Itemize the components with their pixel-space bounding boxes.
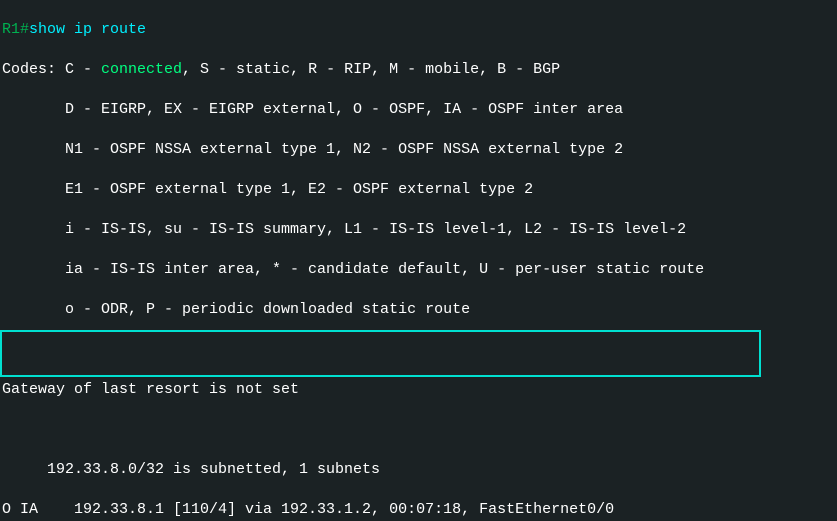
gateway-line: Gateway of last resort is not set xyxy=(2,380,835,400)
codes-line-2: D - EIGRP, EX - EIGRP external, O - OSPF… xyxy=(2,100,835,120)
codes-line-5: i - IS-IS, su - IS-IS summary, L1 - IS-I… xyxy=(2,220,835,240)
route-line: O IA 192.33.8.1 [110/4] via 192.33.1.2, … xyxy=(2,500,835,520)
codes-line-6: ia - IS-IS inter area, * - candidate def… xyxy=(2,260,835,280)
command: show ip route xyxy=(29,21,146,38)
route-line: 192.33.8.0/32 is subnetted, 1 subnets xyxy=(2,460,835,480)
codes-line-4: E1 - OSPF external type 1, E2 - OSPF ext… xyxy=(2,180,835,200)
codes-line-1: Codes: C - connected, S - static, R - RI… xyxy=(2,60,835,80)
blank-line xyxy=(2,420,835,440)
codes-line-3: N1 - OSPF NSSA external type 1, N2 - OSP… xyxy=(2,140,835,160)
codes-line-7: o - ODR, P - periodic downloaded static … xyxy=(2,300,835,320)
prompt: R1# xyxy=(2,21,29,38)
terminal-output: R1#show ip route Codes: C - connected, S… xyxy=(0,0,837,521)
command-line: R1#show ip route xyxy=(2,20,835,40)
blank-line xyxy=(2,340,835,360)
